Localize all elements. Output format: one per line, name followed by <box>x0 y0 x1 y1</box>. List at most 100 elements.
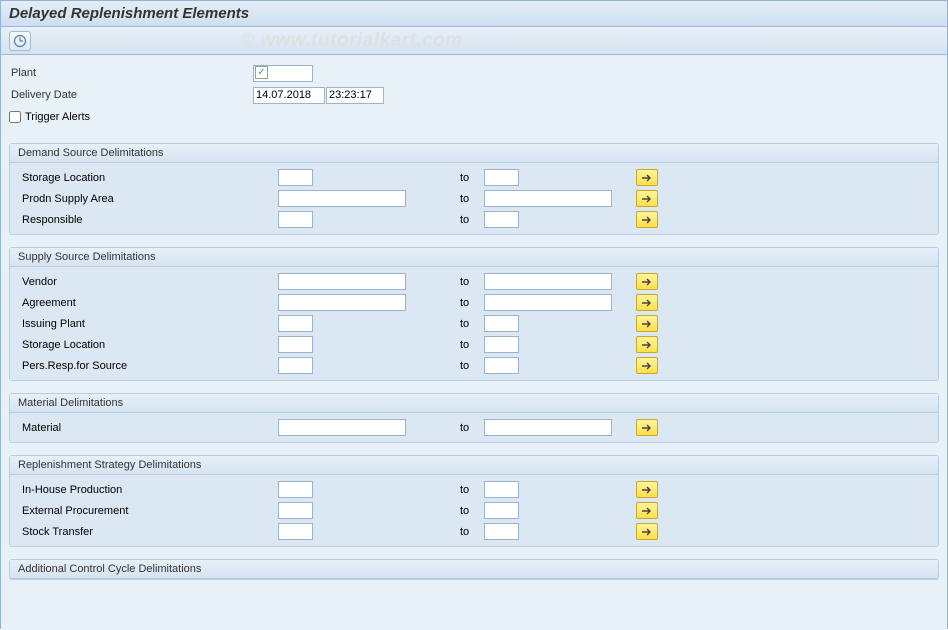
to-input[interactable] <box>484 336 519 353</box>
multiple-selection-button[interactable] <box>636 419 658 436</box>
to-input[interactable] <box>484 273 612 290</box>
to-label: to <box>408 484 484 496</box>
field-label: External Procurement <box>18 505 278 517</box>
range-row: Vendorto <box>18 271 930 292</box>
delivery-date-label: Delivery Date <box>9 89 253 101</box>
group-box: Supply Source DelimitationsVendortoAgree… <box>9 247 939 381</box>
multiple-selection-button[interactable] <box>636 294 658 311</box>
arrow-right-icon <box>641 298 653 308</box>
field-label: In-House Production <box>18 484 278 496</box>
arrow-right-icon <box>641 340 653 350</box>
multiple-selection-button[interactable] <box>636 523 658 540</box>
delivery-date-input[interactable] <box>253 87 325 104</box>
arrow-right-icon <box>641 319 653 329</box>
from-input[interactable] <box>278 336 313 353</box>
group-header: Material Delimitations <box>10 394 938 413</box>
field-label: Vendor <box>18 276 278 288</box>
plant-required-icon: ✓ <box>255 66 268 79</box>
group-box: Material Delimitations Materialto <box>9 393 939 443</box>
range-row: Prodn Supply Areato <box>18 188 930 209</box>
group-body: In-House ProductiontoExternal Procuremen… <box>10 475 938 546</box>
from-input[interactable] <box>278 190 406 207</box>
trigger-alerts-checkbox[interactable] <box>9 111 21 123</box>
page-title: Delayed Replenishment Elements <box>1 1 947 27</box>
from-input[interactable] <box>278 357 313 374</box>
field-label: Responsible <box>18 214 278 226</box>
multiple-selection-button[interactable] <box>636 336 658 353</box>
multiple-selection-button[interactable] <box>636 169 658 186</box>
group-header: Additional Control Cycle Delimitations <box>10 560 938 579</box>
range-row: Agreementto <box>18 292 930 313</box>
multiple-selection-button[interactable] <box>636 357 658 374</box>
from-input[interactable] <box>278 315 313 332</box>
from-input[interactable] <box>278 481 313 498</box>
from-input[interactable] <box>278 294 406 311</box>
field-label: Agreement <box>18 297 278 309</box>
field-label: Storage Location <box>18 339 278 351</box>
multiple-selection-button[interactable] <box>636 502 658 519</box>
range-row: Pers.Resp.for Source to <box>18 355 930 376</box>
to-label: to <box>408 339 484 351</box>
range-row: Stock Transfer to <box>18 521 930 542</box>
range-row: Storage Location to <box>18 167 930 188</box>
group-header: Supply Source Delimitations <box>10 248 938 267</box>
arrow-right-icon <box>641 527 653 537</box>
plant-label: Plant <box>9 67 253 79</box>
from-input[interactable] <box>278 169 313 186</box>
group-box: Demand Source Delimitations Storage Locat… <box>9 143 939 235</box>
clock-execute-icon <box>13 34 27 48</box>
multiple-selection-button[interactable] <box>636 273 658 290</box>
to-label: to <box>408 526 484 538</box>
field-label: Issuing Plant <box>18 318 278 330</box>
from-input[interactable] <box>278 419 406 436</box>
arrow-right-icon <box>641 194 653 204</box>
to-input[interactable] <box>484 315 519 332</box>
arrow-right-icon <box>641 215 653 225</box>
delivery-time-input[interactable] <box>326 87 384 104</box>
from-input[interactable] <box>278 273 406 290</box>
group-body: Storage LocationtoProdn Supply AreatoRes… <box>10 163 938 234</box>
from-input[interactable] <box>278 502 313 519</box>
range-row: Materialto <box>18 417 930 438</box>
to-label: to <box>408 172 484 184</box>
multiple-selection-button[interactable] <box>636 190 658 207</box>
group-header: Demand Source Delimitations <box>10 144 938 163</box>
range-row: External Procurement to <box>18 500 930 521</box>
range-row: Issuing Plant to <box>18 313 930 334</box>
execute-button[interactable] <box>9 31 31 51</box>
group-body: Materialto <box>10 413 938 442</box>
arrow-right-icon <box>641 485 653 495</box>
arrow-right-icon <box>641 506 653 516</box>
from-input[interactable] <box>278 211 313 228</box>
to-input[interactable] <box>484 294 612 311</box>
arrow-right-icon <box>641 173 653 183</box>
from-input[interactable] <box>278 523 313 540</box>
arrow-right-icon <box>641 277 653 287</box>
range-row: Responsible to <box>18 209 930 230</box>
to-label: to <box>408 360 484 372</box>
multiple-selection-button[interactable] <box>636 481 658 498</box>
to-input[interactable] <box>484 481 519 498</box>
to-input[interactable] <box>484 357 519 374</box>
to-input[interactable] <box>484 211 519 228</box>
to-label: to <box>408 422 484 434</box>
to-label: to <box>408 214 484 226</box>
field-label: Stock Transfer <box>18 526 278 538</box>
to-input[interactable] <box>484 502 519 519</box>
header-fields: Plant ✓ Delivery Date Trigger Alerts <box>9 63 939 127</box>
multiple-selection-button[interactable] <box>636 211 658 228</box>
to-label: to <box>408 505 484 517</box>
multiple-selection-button[interactable] <box>636 315 658 332</box>
to-input[interactable] <box>484 169 519 186</box>
to-label: to <box>408 318 484 330</box>
range-row: Storage Location to <box>18 334 930 355</box>
to-input[interactable] <box>484 190 612 207</box>
range-row: In-House Production to <box>18 479 930 500</box>
to-input[interactable] <box>484 523 519 540</box>
group-box: Additional Control Cycle Delimitations <box>9 559 939 580</box>
to-input[interactable] <box>484 419 612 436</box>
field-label: Storage Location <box>18 172 278 184</box>
field-label: Pers.Resp.for Source <box>18 360 278 372</box>
toolbar <box>1 27 947 55</box>
content-area: Plant ✓ Delivery Date Trigger Alerts Dem… <box>1 55 947 630</box>
